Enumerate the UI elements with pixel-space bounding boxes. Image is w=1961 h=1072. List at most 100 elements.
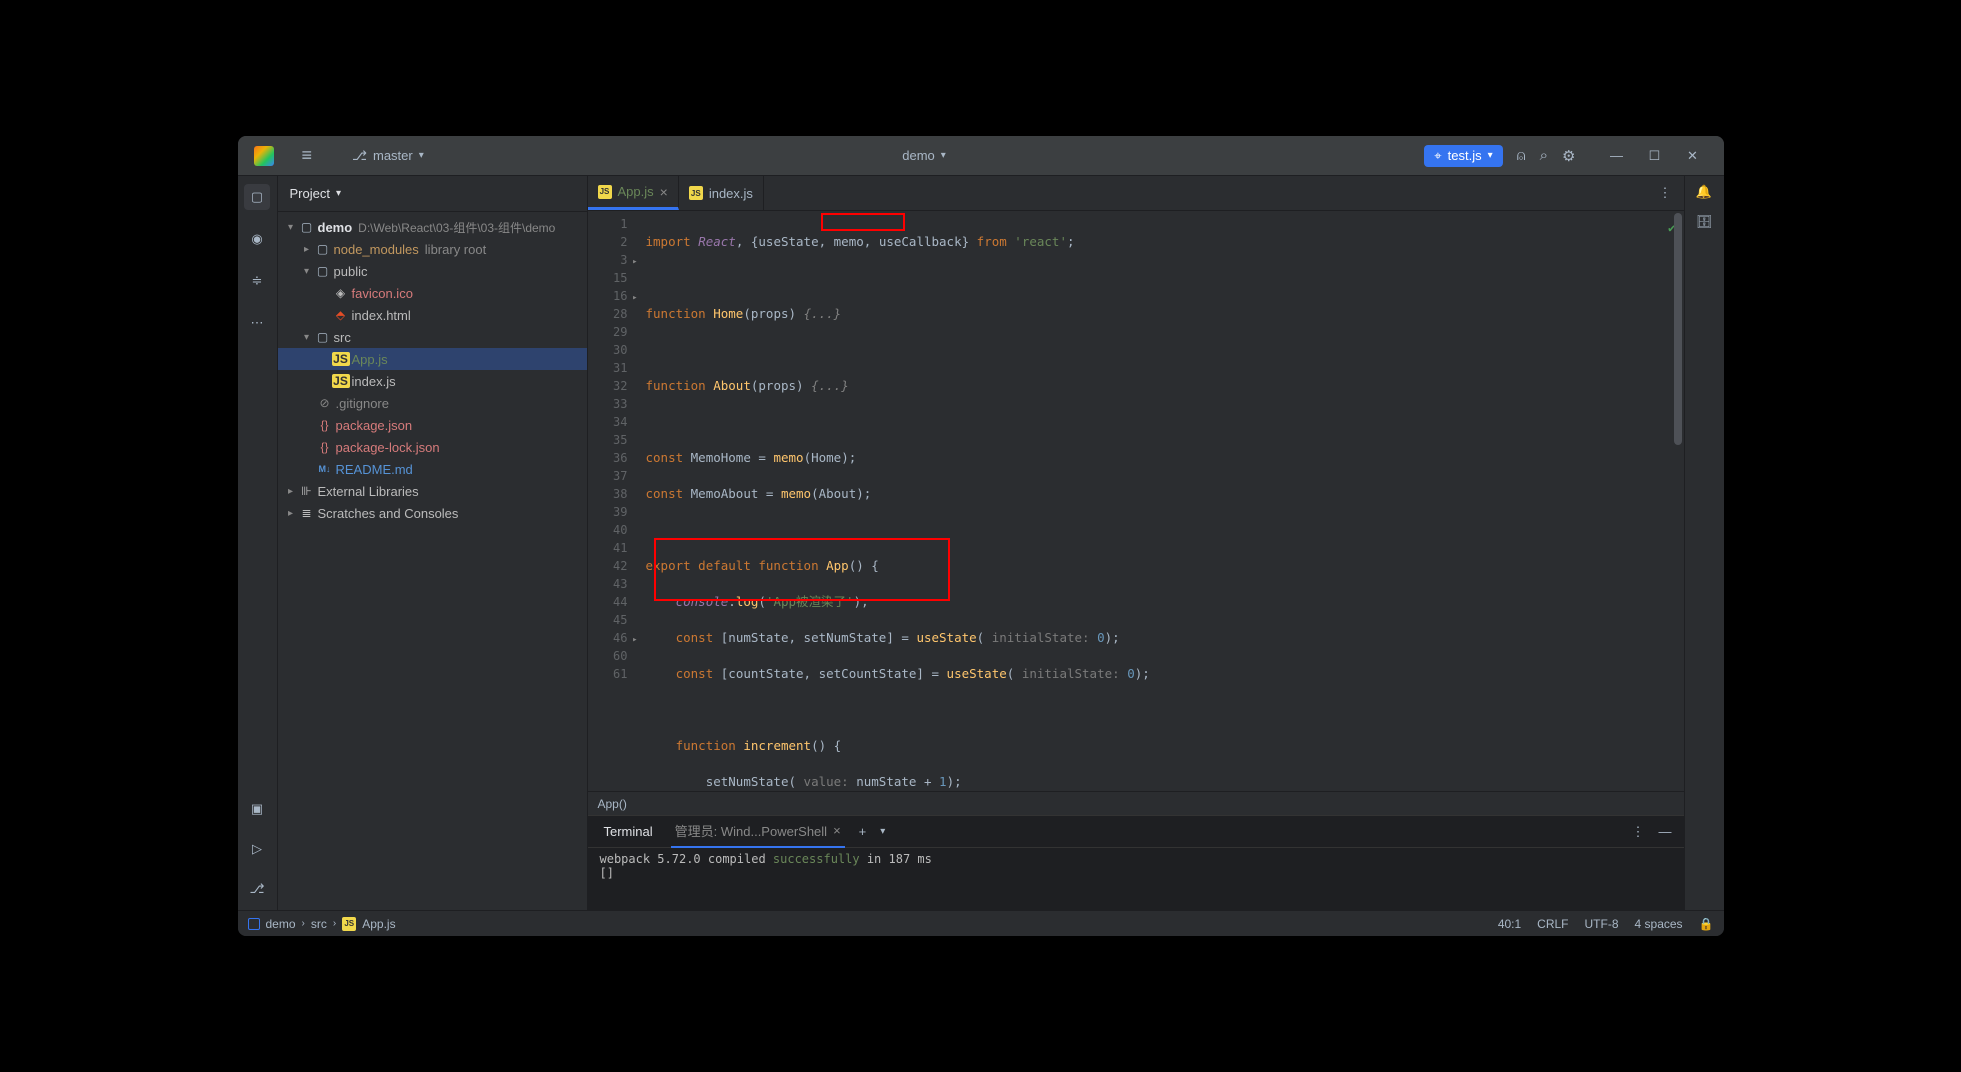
project-selector[interactable]: demo ▾ bbox=[424, 148, 1425, 163]
tree-label: .gitignore bbox=[336, 396, 389, 411]
close-button[interactable]: ✕ bbox=[1678, 141, 1708, 171]
close-icon[interactable]: × bbox=[660, 184, 668, 200]
notifications-icon[interactable]: 🔔 bbox=[1696, 184, 1712, 200]
tabs-more-icon[interactable]: ⋮ bbox=[1647, 176, 1684, 210]
left-toolbar: ▢ ◉ ≑ ⋯ ▣ ▷ ⎇ bbox=[238, 176, 278, 910]
run-configuration[interactable]: ⌖ test.js ▾ bbox=[1424, 145, 1502, 167]
commit-tool-icon[interactable]: ◉ bbox=[244, 226, 270, 252]
tree-node-nodemodules[interactable]: ▸ ▢ node_modules library root bbox=[278, 238, 587, 260]
tree-label: public bbox=[334, 264, 368, 279]
json-icon: {} bbox=[316, 418, 334, 432]
search-icon[interactable]: ⌕ bbox=[1540, 147, 1548, 164]
minimize-panel-icon[interactable]: — bbox=[1659, 824, 1672, 840]
minimize-button[interactable]: — bbox=[1602, 141, 1632, 171]
branch-icon: ⎇ bbox=[352, 148, 367, 164]
database-icon[interactable]: 🗄 bbox=[1696, 214, 1713, 230]
chevron-right-icon: ▸ bbox=[300, 244, 314, 255]
gear-icon[interactable]: ⚙ bbox=[1562, 147, 1575, 165]
terminal-tab[interactable]: Terminal bbox=[600, 818, 657, 845]
editor-scrollbar[interactable] bbox=[1672, 211, 1684, 791]
chevron-down-icon: ▾ bbox=[941, 150, 946, 161]
chevron-down-icon[interactable]: ▾ bbox=[880, 826, 885, 837]
js-icon: JS bbox=[689, 186, 703, 200]
tree-file-appjs[interactable]: JS App.js bbox=[278, 348, 587, 370]
tree-label: demo bbox=[318, 220, 353, 235]
crumb: src bbox=[311, 917, 327, 931]
tree-file-indexhtml[interactable]: ⬘ index.html bbox=[278, 304, 587, 326]
chevron-right-icon: ▸ bbox=[284, 486, 298, 497]
lock-icon[interactable]: 🔒 bbox=[1699, 917, 1714, 931]
terminal-tab-label: Terminal bbox=[604, 824, 653, 839]
code-area[interactable]: import React, {useState, memo, useCallba… bbox=[638, 211, 1684, 791]
markdown-icon: M↓ bbox=[316, 464, 334, 474]
tree-label: favicon.ico bbox=[352, 286, 413, 301]
tree-path: D:\Web\React\03-组件\03-组件\demo bbox=[358, 219, 555, 236]
editor-tabs: JS App.js × JS index.js ⋮ bbox=[588, 176, 1684, 211]
tree-file-favicon[interactable]: ◈ favicon.ico bbox=[278, 282, 587, 304]
folder-icon: ▢ bbox=[314, 242, 332, 256]
tree-label: index.html bbox=[352, 308, 411, 323]
terminal-tool-icon[interactable]: ▣ bbox=[244, 796, 270, 822]
terminal-session-tab[interactable]: 管理员: Wind...PowerShell × bbox=[671, 815, 845, 848]
js-icon: JS bbox=[332, 352, 350, 366]
structure-tool-icon[interactable]: ≑ bbox=[244, 268, 270, 294]
folder-icon: ▢ bbox=[314, 330, 332, 344]
tab-indexjs[interactable]: JS index.js bbox=[679, 176, 764, 210]
project-tree: ▾ ▢ demo D:\Web\React\03-组件\03-组件\demo ▸… bbox=[278, 212, 587, 910]
tree-file-indexjs[interactable]: JS index.js bbox=[278, 370, 587, 392]
tree-file-readme[interactable]: M↓ README.md bbox=[278, 458, 587, 480]
tree-scratches[interactable]: ▸ ≣ Scratches and Consoles bbox=[278, 502, 587, 524]
breadcrumbs[interactable]: demo› src› JS App.js bbox=[248, 917, 396, 931]
vcs-tool-icon[interactable]: ⎇ bbox=[244, 876, 270, 902]
maximize-button[interactable]: ☐ bbox=[1640, 141, 1670, 171]
encoding[interactable]: UTF-8 bbox=[1585, 917, 1619, 931]
terminal-more-icon[interactable]: ⋮ bbox=[1632, 824, 1645, 840]
tree-external-libs[interactable]: ▸ ⊪ External Libraries bbox=[278, 480, 587, 502]
add-terminal-icon[interactable]: + bbox=[859, 824, 867, 839]
tree-file-packagelock[interactable]: {} package-lock.json bbox=[278, 436, 587, 458]
tree-file-gitignore[interactable]: ⊘ .gitignore bbox=[278, 392, 587, 414]
tree-root[interactable]: ▾ ▢ demo D:\Web\React\03-组件\03-组件\demo bbox=[278, 216, 587, 238]
terminal-output[interactable]: webpack 5.72.0 compiled successfully in … bbox=[588, 848, 1684, 910]
tree-label: External Libraries bbox=[318, 484, 419, 499]
tree-label: index.js bbox=[352, 374, 396, 389]
terminal-tab-label: 管理员: Wind...PowerShell bbox=[675, 821, 827, 840]
terminal-tabs: Terminal 管理员: Wind...PowerShell × + ▾ ⋮ — bbox=[588, 816, 1684, 848]
more-tools-icon[interactable]: ⋯ bbox=[244, 310, 270, 336]
crumb: demo bbox=[266, 917, 296, 931]
js-icon: JS bbox=[598, 185, 612, 199]
close-icon[interactable]: × bbox=[833, 823, 841, 838]
tree-label: node_modules bbox=[334, 242, 419, 257]
folder-icon: ▢ bbox=[314, 264, 332, 278]
tree-file-packagejson[interactable]: {} package.json bbox=[278, 414, 587, 436]
user-icon[interactable]: ⍝ bbox=[1517, 147, 1526, 164]
vcs-branch[interactable]: ⎇ master ▾ bbox=[352, 148, 424, 164]
cursor-position[interactable]: 40:1 bbox=[1498, 917, 1521, 931]
terminal-text: successfully bbox=[773, 852, 860, 866]
hamburger-icon[interactable]: ≡ bbox=[302, 145, 313, 166]
tab-label: App.js bbox=[618, 184, 654, 199]
sidebar-title-label: Project bbox=[290, 186, 330, 201]
tree-label: App.js bbox=[352, 352, 388, 367]
sidebar-title[interactable]: Project ▾ bbox=[278, 176, 587, 212]
tree-node-public[interactable]: ▾ ▢ public bbox=[278, 260, 587, 282]
status-bar: demo› src› JS App.js 40:1 CRLF UTF-8 4 s… bbox=[238, 910, 1724, 936]
titlebar: ≡ ⎇ master ▾ demo ▾ ⌖ test.js ▾ ⍝ ⌕ ⚙ — … bbox=[238, 136, 1724, 176]
project-tool-icon[interactable]: ▢ bbox=[244, 184, 270, 210]
editor-breadcrumb[interactable]: App() bbox=[588, 791, 1684, 815]
project-name: demo bbox=[902, 148, 935, 163]
module-icon bbox=[248, 918, 260, 930]
tree-hint: library root bbox=[425, 242, 486, 257]
tree-node-src[interactable]: ▾ ▢ src bbox=[278, 326, 587, 348]
tab-appjs[interactable]: JS App.js × bbox=[588, 176, 679, 210]
indent[interactable]: 4 spaces bbox=[1635, 917, 1683, 931]
editor[interactable]: 123▸1516▸2829303132333435363738394041424… bbox=[588, 211, 1684, 791]
chevron-down-icon: ▾ bbox=[284, 222, 298, 233]
chevron-down-icon: ▾ bbox=[336, 188, 341, 199]
highlight-box bbox=[821, 213, 905, 231]
js-icon: JS bbox=[332, 374, 350, 388]
run-tool-icon[interactable]: ▷ bbox=[244, 836, 270, 862]
crumb: App.js bbox=[362, 917, 395, 931]
line-separator[interactable]: CRLF bbox=[1537, 917, 1568, 931]
right-toolbar: 🔔 🗄 bbox=[1684, 176, 1724, 910]
